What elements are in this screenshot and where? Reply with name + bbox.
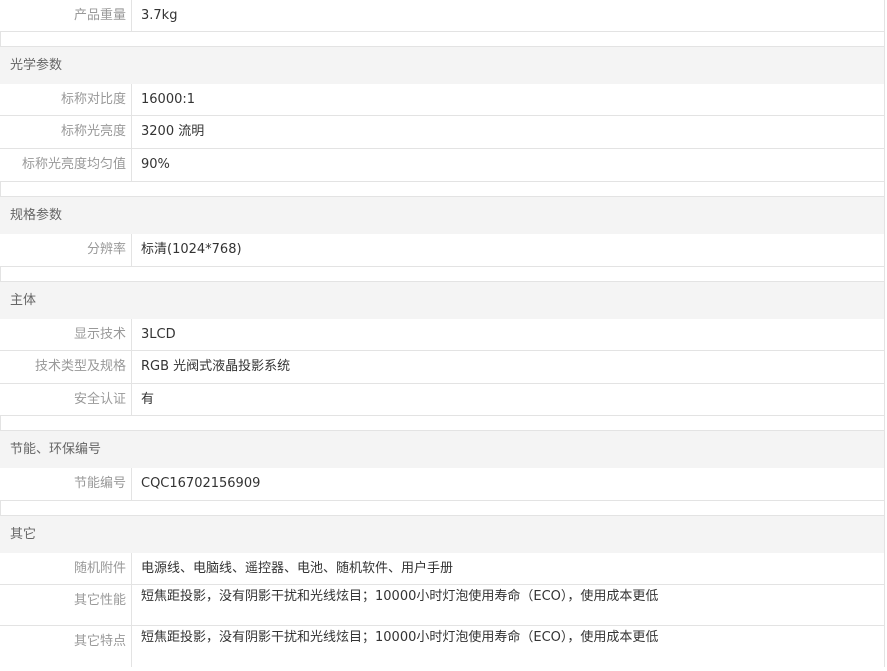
spec-label: 标称光亮度 [0,116,132,148]
section-gap [0,32,884,46]
spec-value: 有 [141,392,155,407]
spec-value: RGB 光阀式液晶投影系统 [141,359,291,374]
section-title-other: 其它 [0,515,884,553]
spec-row-safety: 安全认证 有 [0,384,884,416]
spec-row-contrast: 标称对比度 16000:1 [0,84,884,116]
spec-label: 显示技术 [0,319,132,350]
spec-label: 技术类型及规格 [0,351,132,383]
spec-row-tech-type: 技术类型及规格 RGB 光阀式液晶投影系统 [0,351,884,384]
spec-value: CQC16702156909 [141,476,261,491]
spec-label: 节能编号 [0,468,132,500]
section-gap [0,416,884,430]
spec-row-brightness: 标称光亮度 3200 流明 [0,116,884,149]
spec-value: 3.7kg [141,8,178,23]
spec-label: 标称光亮度均匀值 [0,149,132,181]
section-gap [0,182,884,196]
section-title-specs: 规格参数 [0,196,884,234]
spec-row-accessories: 随机附件 电源线、电脑线、遥控器、电池、随机软件、用户手册 [0,553,884,585]
spec-table: 产品重量 3.7kg 光学参数 标称对比度 16000:1 标称光亮度 3200… [0,0,885,667]
spec-row-energy-code: 节能编号 CQC16702156909 [0,468,884,501]
spec-row-other-features: 其它特点 短焦距投影，没有阴影干扰和光线炫目；10000小时灯泡使用寿命（ECO… [0,626,884,667]
spec-value: 3200 流明 [141,124,205,139]
spec-value: 短焦距投影，没有阴影干扰和光线炫目；10000小时灯泡使用寿命（ECO），使用成… [141,589,659,604]
spec-row-uniformity: 标称光亮度均匀值 90% [0,149,884,182]
spec-value: 3LCD [141,327,176,342]
section-title-optics: 光学参数 [0,46,884,84]
spec-value: 短焦距投影，没有阴影干扰和光线炫目；10000小时灯泡使用寿命（ECO），使用成… [141,630,659,645]
spec-label: 标称对比度 [0,84,132,115]
spec-label: 产品重量 [0,0,132,31]
spec-row-display-tech: 显示技术 3LCD [0,319,884,351]
spec-value: 90% [141,157,170,172]
spec-label: 分辨率 [0,234,132,266]
spec-row-other-performance: 其它性能 短焦距投影，没有阴影干扰和光线炫目；10000小时灯泡使用寿命（ECO… [0,585,884,626]
spec-label: 其它特点 [0,626,132,667]
spec-label: 安全认证 [0,384,132,415]
spec-value: 标清(1024*768) [141,242,242,257]
section-gap [0,267,884,281]
spec-value: 16000:1 [141,92,196,107]
section-title-energy: 节能、环保编号 [0,430,884,468]
spec-row-resolution: 分辨率 标清(1024*768) [0,234,884,267]
section-title-body: 主体 [0,281,884,319]
spec-value: 电源线、电脑线、遥控器、电池、随机软件、用户手册 [141,561,454,576]
spec-label: 其它性能 [0,585,132,625]
spec-row-weight: 产品重量 3.7kg [0,0,884,32]
spec-label: 随机附件 [0,553,132,584]
section-gap [0,501,884,515]
